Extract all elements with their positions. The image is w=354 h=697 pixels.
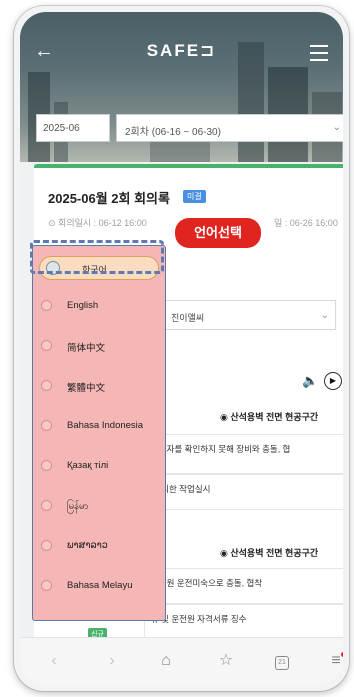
radio-button[interactable] (41, 340, 52, 351)
period-selectors: 2025-06 2회차 (06-16 ~ 06-30) ⌄ (36, 114, 343, 142)
writer-name: 진이앨씨 (171, 313, 205, 323)
writer-select[interactable]: 진이앨씨 ⌄ (164, 300, 336, 330)
bookmark-star-icon[interactable]: ☆ (214, 650, 238, 674)
header-banner: ← SAFE⊐ 2025-06 2회차 (06-16 ~ 06-30) ⌄ (20, 12, 343, 162)
language-option[interactable]: မြန်မာ (33, 488, 165, 528)
language-dropdown[interactable]: 한국어 English 简体中文 繁體中文 Bahasa Indonesia Қ… (32, 245, 166, 621)
language-option[interactable]: Bahasa Indonesia (33, 408, 165, 448)
language-option[interactable]: Қазақ тілі (33, 448, 165, 488)
nav-back-icon[interactable]: ‹ (42, 650, 66, 674)
section-title: ◉ 산석용벽 전면 현공구간 (220, 412, 319, 422)
language-option-label: Bahasa Indonesia (67, 420, 144, 431)
tabs-icon[interactable]: 21 (270, 650, 294, 674)
language-option-label: ພາສາລາວ (67, 540, 108, 551)
table-row: 근로자를 확인하지 못해 장비와 충돌, 협 (144, 434, 343, 474)
radio-button[interactable] (41, 300, 52, 311)
table-row: 에 의한 작업실시 (144, 474, 343, 510)
home-icon[interactable]: ⌂ (154, 650, 178, 674)
app-logo: SAFE⊐ (146, 41, 217, 60)
language-option-label: 繁體中文 (67, 383, 106, 394)
language-option[interactable]: Bahasa Melayu (33, 568, 165, 608)
language-option[interactable]: English (33, 288, 165, 328)
radio-button[interactable] (41, 420, 52, 431)
language-option[interactable]: ພາສາລາວ (33, 528, 165, 568)
more-glyph: ≡ (331, 652, 341, 669)
language-options: English 简体中文 繁體中文 Bahasa Indonesia Қазақ… (33, 288, 165, 608)
top-bar: ← SAFE⊐ (20, 34, 343, 70)
chevron-down-icon: ⌄ (332, 122, 341, 133)
radio-button[interactable] (41, 580, 52, 591)
radio-button[interactable] (41, 460, 52, 471)
radio-button[interactable] (41, 380, 52, 391)
language-option-label: မြန်မာ (67, 501, 89, 512)
table-row: 운전원 운전미숙으로 충돌, 협착 (144, 568, 343, 604)
document-title: 2025-06월 2회 회의록 (48, 191, 170, 206)
globe-icon (46, 261, 60, 275)
round-select[interactable]: 2회차 (06-16 ~ 06-30) ⌄ (116, 114, 343, 142)
status-badge: 미결 (183, 190, 206, 203)
hamburger-menu-icon[interactable] (307, 40, 331, 64)
nav-forward-icon[interactable]: › (100, 650, 124, 674)
language-option-label: English (67, 300, 99, 311)
tab-count: 21 (275, 656, 289, 670)
radio-button[interactable] (41, 500, 52, 511)
chevron-down-icon: ⌄ (320, 310, 329, 321)
language-option[interactable]: 简体中文 (33, 328, 165, 368)
round-select-label: 2회차 (06-16 ~ 06-30) (125, 127, 221, 138)
language-option[interactable]: 繁體中文 (33, 368, 165, 408)
meeting-date: ⊙ 회의일시 : 06-12 16:00 (48, 218, 147, 228)
table-row: 류 및 운전원 자격서류 징수 (144, 604, 343, 638)
language-option-label: Bahasa Melayu (67, 580, 133, 591)
month-select[interactable]: 2025-06 (36, 114, 110, 142)
radio-button[interactable] (41, 540, 52, 551)
language-select-callout: 언어선택 (175, 218, 261, 248)
write-date: 일 : 06-26 16:00 (274, 218, 338, 228)
browser-bottom-nav: ‹ › ⌂ ☆ 21 ≡ (20, 637, 343, 685)
more-menu-icon[interactable]: ≡ (324, 650, 343, 674)
current-language[interactable]: 한국어 (39, 256, 159, 280)
language-option-label: 简体中文 (67, 343, 106, 354)
section-title: ◉ 산석용벽 전면 현공구간 (220, 548, 319, 558)
speaker-icon[interactable]: 🔈 (302, 373, 318, 389)
language-option-label: Қазақ тілі (67, 460, 109, 471)
current-language-label: 한국어 (82, 265, 107, 275)
notification-dot (341, 652, 343, 657)
play-button[interactable]: ▶ (324, 372, 342, 390)
